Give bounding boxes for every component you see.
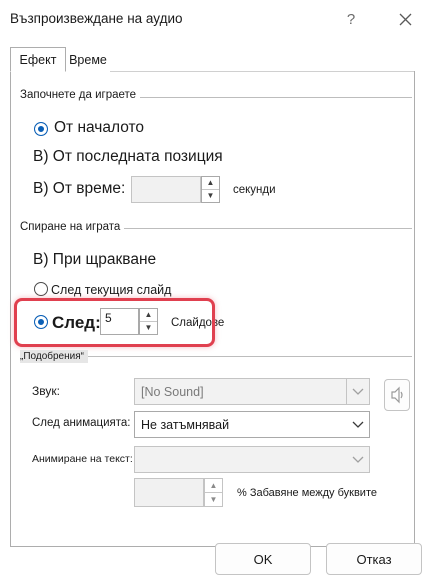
chevron-down-icon[interactable] [347,447,369,472]
sound-label: Звук: [32,384,60,398]
chevron-down-icon[interactable] [347,412,369,437]
sound-select-value: [No Sound] [141,384,204,399]
spin-down-icon[interactable]: ▼ [205,493,222,507]
option-on-click[interactable]: В) При щракване [33,251,156,269]
animate-text-label: Анимиране на текст: [32,453,133,465]
stop-group-label: Спиране на играта [20,221,125,233]
spin-up-icon[interactable]: ▲ [202,177,219,190]
after-animation-value: Не затъмнявай [141,417,230,432]
close-button[interactable] [391,7,419,31]
option-from-beginning-label: От началото [54,119,145,136]
chevron-down-icon[interactable] [346,379,369,404]
option-from-last-position[interactable]: В) От последната позиция [33,148,223,166]
ok-button[interactable]: OK [215,543,311,575]
sound-select[interactable]: [No Sound] [134,378,370,405]
radio-after-current-slide[interactable] [34,282,48,296]
window-title: Възпроизвеждане на аудио [10,11,183,26]
help-button[interactable]: ? [337,7,365,31]
delay-input[interactable] [134,478,204,507]
delay-unit: % Забавяне между буквите [237,487,377,499]
start-group-label: Започнете да играете [20,89,141,101]
cancel-button-label: Отказ [356,551,392,567]
after-animation-label: След анимацията: [32,417,131,429]
spin-up-icon[interactable]: ▲ [205,479,222,493]
close-icon [399,13,411,25]
tab-timing-label: Време [69,52,107,67]
option-from-time[interactable]: В) От време: [33,180,125,198]
option-after-current-slide-label: След текущия слайд [51,283,172,297]
tab-effect-label: Ефект [19,52,57,67]
ok-button-label: OK [253,551,273,567]
after-animation-select[interactable]: Не затъмнявай [134,411,370,438]
question-icon: ? [346,10,356,28]
delay-spinner[interactable]: ▲ ▼ [204,478,223,507]
start-time-input[interactable] [131,176,201,203]
spin-down-icon[interactable]: ▼ [202,190,219,203]
speaker-icon [391,386,403,404]
radio-from-beginning[interactable] [34,122,48,136]
sound-volume-button[interactable] [384,379,410,411]
highlight-box [14,298,215,347]
tab-effect[interactable]: Ефект [10,47,66,72]
cancel-button[interactable]: Отказ [326,543,422,575]
start-time-spinner[interactable]: ▲ ▼ [201,176,220,203]
tab-timing[interactable]: Време [66,48,110,71]
start-time-unit: секунди [233,184,276,196]
enhancements-group-label: „Подобрения“ [20,350,88,363]
animate-text-select[interactable] [134,446,370,473]
